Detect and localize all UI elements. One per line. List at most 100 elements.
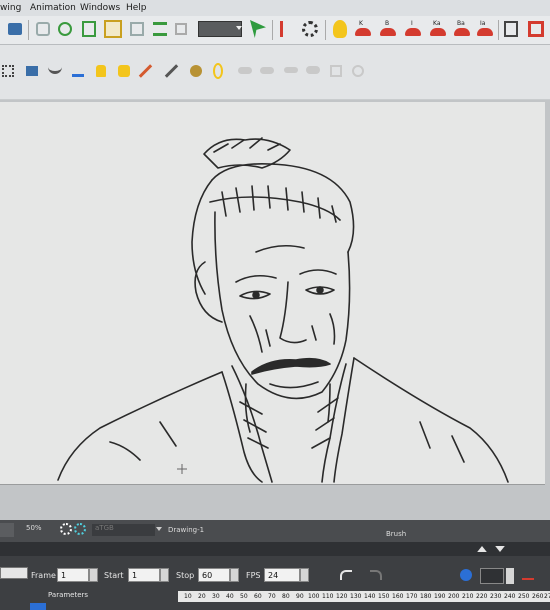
ruler-tick: 230 xyxy=(490,593,502,600)
view-mode-icon[interactable] xyxy=(0,523,14,537)
start-stepper[interactable] xyxy=(160,568,169,582)
stop-field[interactable]: 60 xyxy=(198,568,230,582)
menu-bar: wing Animation Windows Help xyxy=(0,0,550,16)
tree-icon[interactable] xyxy=(58,22,72,36)
ruler-tick: 150 xyxy=(378,593,390,600)
menu-item-help[interactable]: Help xyxy=(126,3,147,13)
collapse-down-icon[interactable] xyxy=(495,546,505,552)
settings-icon[interactable] xyxy=(302,21,318,37)
color-mode-select[interactable]: aTGB xyxy=(92,524,155,536)
palette-icon[interactable] xyxy=(460,569,472,581)
flip-view-icon[interactable] xyxy=(74,523,86,535)
key-i-button[interactable]: I xyxy=(405,20,421,38)
oval-icon[interactable] xyxy=(213,63,223,79)
light-icon[interactable] xyxy=(333,20,347,38)
tool-properties-bar xyxy=(0,45,550,99)
timeline-toggle[interactable] xyxy=(0,567,28,579)
current-tool: Brush xyxy=(386,530,407,538)
undo-icon[interactable] xyxy=(340,570,352,580)
chevron-down-icon[interactable] xyxy=(506,568,514,584)
frame-field[interactable]: 1 xyxy=(57,568,89,582)
samurai-line-drawing xyxy=(57,137,509,483)
layout-icon[interactable] xyxy=(8,23,22,35)
key-ba-label: Ba xyxy=(457,20,465,27)
start-label: Start xyxy=(104,571,124,580)
ruler-tick: 100 xyxy=(308,593,320,600)
ruler-tick: 160 xyxy=(392,593,404,600)
frame-icon[interactable] xyxy=(104,20,122,38)
key-b-label: B xyxy=(385,20,390,27)
line-style-select[interactable] xyxy=(480,568,504,584)
drawing-canvas[interactable] xyxy=(0,102,545,485)
add-key-icon[interactable] xyxy=(153,22,167,36)
frame-stepper[interactable] xyxy=(89,568,98,582)
ruler-tick: 180 xyxy=(420,593,432,600)
menu-item-windows[interactable]: Windows xyxy=(80,3,120,13)
stroke-icon xyxy=(330,65,342,77)
key-ia-button[interactable]: Ia xyxy=(477,20,493,38)
stroke-icon xyxy=(352,65,364,77)
ruler-tick: 40 xyxy=(226,593,234,600)
ruler-tick: 130 xyxy=(350,593,362,600)
key-ka-button[interactable]: Ka xyxy=(430,20,446,38)
key-b-button[interactable]: B xyxy=(380,20,396,38)
frame-ruler[interactable]: 10 20 30 40 50 60 70 80 90 100 110 120 1… xyxy=(178,591,550,602)
stop-stepper[interactable] xyxy=(230,568,239,582)
key-i-label: I xyxy=(411,20,413,27)
key-ka-label: Ka xyxy=(433,20,441,27)
ruler-tick: 210 xyxy=(462,593,474,600)
pencil-icon[interactable] xyxy=(164,64,179,78)
play-icon[interactable] xyxy=(280,21,292,37)
drawing-name: Drawing-1 xyxy=(168,526,205,534)
fps-field[interactable]: 24 xyxy=(264,568,300,582)
start-field[interactable]: 1 xyxy=(128,568,160,582)
grid-icon[interactable] xyxy=(528,21,544,37)
brush-size-icon[interactable] xyxy=(138,64,153,78)
lock-icon[interactable] xyxy=(96,65,106,77)
stroke-icon xyxy=(238,67,252,74)
chevron-down-icon[interactable] xyxy=(236,26,242,30)
arrow-icon[interactable] xyxy=(250,20,266,38)
panel-separator xyxy=(0,542,550,556)
grid-toggle-icon[interactable] xyxy=(2,65,14,77)
fps-dropdown[interactable] xyxy=(300,568,309,582)
bone-icon[interactable] xyxy=(82,21,96,37)
redo-icon[interactable] xyxy=(370,570,382,580)
frame-label: Frame xyxy=(31,571,56,580)
view-icon[interactable] xyxy=(26,66,38,76)
lock-all-icon[interactable] xyxy=(118,65,130,77)
ruler-tick: 170 xyxy=(406,593,418,600)
render-icon[interactable] xyxy=(504,21,518,37)
ruler-tick: 250 xyxy=(518,593,530,600)
key-k-label: K xyxy=(359,20,363,27)
collapse-up-icon[interactable] xyxy=(477,546,487,552)
add-layer-button[interactable] xyxy=(30,603,46,610)
menu-item-drawing[interactable]: wing xyxy=(0,3,21,13)
import-icon[interactable] xyxy=(72,65,84,77)
ruler-tick: 120 xyxy=(336,593,348,600)
separator xyxy=(272,20,273,40)
key-ba-button[interactable]: Ba xyxy=(454,20,470,38)
ruler-tick: 27 xyxy=(544,593,550,600)
separator xyxy=(28,20,29,40)
stroke-icon xyxy=(284,67,298,73)
chevron-down-icon[interactable] xyxy=(156,527,162,531)
paint-icon[interactable] xyxy=(36,22,50,36)
flip-icon[interactable] xyxy=(175,23,187,35)
ruler-tick: 110 xyxy=(322,593,334,600)
rotate-icon[interactable] xyxy=(60,523,72,535)
deformer-icon[interactable] xyxy=(130,22,144,36)
ruler-tick: 90 xyxy=(296,593,304,600)
move-cursor-icon xyxy=(177,464,187,474)
fps-label: FPS xyxy=(246,571,261,580)
key-k-button[interactable]: K xyxy=(355,20,371,38)
ruler-tick: 190 xyxy=(434,593,446,600)
ruler-tick: 50 xyxy=(240,593,248,600)
onion-skin-icon[interactable] xyxy=(48,66,62,74)
zoom-level[interactable]: 50% xyxy=(26,524,42,532)
ruler-tick: 220 xyxy=(476,593,488,600)
stamp-icon[interactable] xyxy=(190,65,202,77)
pen-icon[interactable] xyxy=(522,570,534,580)
layer-tools[interactable] xyxy=(0,590,46,598)
menu-item-animation[interactable]: Animation xyxy=(30,3,76,13)
